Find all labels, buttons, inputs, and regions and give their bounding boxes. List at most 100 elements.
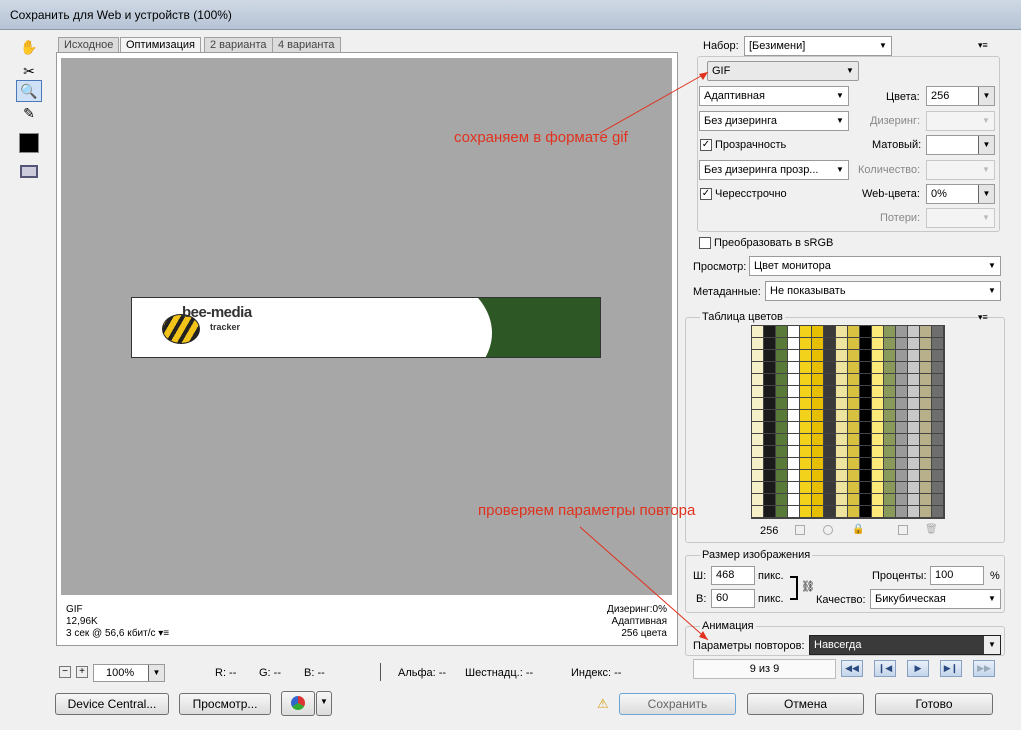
color-swatch[interactable]: [824, 506, 835, 517]
color-swatch[interactable]: [908, 374, 919, 385]
color-swatch[interactable]: [860, 338, 871, 349]
color-swatch[interactable]: [764, 446, 775, 457]
dither-algorithm-select[interactable]: Без дизеринга ▼: [699, 111, 849, 131]
width-input[interactable]: 468: [711, 566, 755, 585]
color-swatch[interactable]: [764, 458, 775, 469]
color-swatch[interactable]: [836, 470, 847, 481]
color-swatch[interactable]: [764, 386, 775, 397]
color-swatch[interactable]: [812, 506, 823, 517]
color-swatch[interactable]: [872, 326, 883, 337]
color-swatch[interactable]: [836, 350, 847, 361]
color-swatch[interactable]: [776, 494, 787, 505]
color-swatch[interactable]: [836, 398, 847, 409]
color-swatch[interactable]: [848, 410, 859, 421]
color-swatch[interactable]: [752, 398, 763, 409]
color-swatch[interactable]: [836, 458, 847, 469]
color-swatch[interactable]: [908, 434, 919, 445]
color-swatch[interactable]: [836, 434, 847, 445]
color-swatch[interactable]: [932, 494, 943, 505]
download-speed-menu-icon[interactable]: ▾≡: [158, 628, 169, 639]
color-swatch[interactable]: [824, 350, 835, 361]
color-swatch[interactable]: [764, 494, 775, 505]
color-swatch[interactable]: [764, 374, 775, 385]
color-swatch[interactable]: [896, 482, 907, 493]
color-swatch[interactable]: [812, 362, 823, 373]
color-swatch[interactable]: [896, 494, 907, 505]
color-swatch[interactable]: [932, 398, 943, 409]
color-swatch[interactable]: [896, 506, 907, 517]
color-swatch[interactable]: [836, 338, 847, 349]
color-swatch[interactable]: [860, 410, 871, 421]
color-swatch[interactable]: [884, 326, 895, 337]
color-swatch[interactable]: [872, 506, 883, 517]
color-swatch[interactable]: [800, 386, 811, 397]
color-swatch[interactable]: [872, 446, 883, 457]
color-swatch[interactable]: [908, 410, 919, 421]
color-swatch[interactable]: [920, 374, 931, 385]
color-swatch[interactable]: [752, 350, 763, 361]
quality-select[interactable]: Бикубическая ▼: [870, 589, 1001, 609]
color-swatch[interactable]: [788, 350, 799, 361]
color-swatch[interactable]: [872, 458, 883, 469]
color-swatch[interactable]: [932, 374, 943, 385]
color-swatch[interactable]: [860, 386, 871, 397]
color-swatch[interactable]: [788, 506, 799, 517]
tab-2-up[interactable]: 2 варианта: [204, 37, 273, 52]
color-swatch[interactable]: [764, 434, 775, 445]
color-swatch[interactable]: [836, 482, 847, 493]
color-swatch[interactable]: [860, 494, 871, 505]
color-swatch[interactable]: [776, 422, 787, 433]
color-swatch[interactable]: [872, 422, 883, 433]
color-swatch[interactable]: [932, 422, 943, 433]
color-swatch[interactable]: [860, 398, 871, 409]
color-swatch[interactable]: [848, 398, 859, 409]
color-swatch[interactable]: [908, 398, 919, 409]
color-swatch[interactable]: [800, 350, 811, 361]
color-swatch[interactable]: [776, 326, 787, 337]
eyedropper-tool-icon[interactable]: ✎: [16, 102, 42, 124]
color-swatch[interactable]: [932, 446, 943, 457]
web-cube-icon[interactable]: [823, 525, 833, 535]
color-swatch[interactable]: [812, 398, 823, 409]
color-swatch[interactable]: [824, 422, 835, 433]
color-swatch[interactable]: [920, 410, 931, 421]
cancel-button[interactable]: Отмена: [747, 693, 864, 715]
transparency-dither-select[interactable]: Без дизеринга прозр... ▼: [699, 160, 849, 180]
color-swatch[interactable]: [872, 386, 883, 397]
color-swatch[interactable]: [920, 434, 931, 445]
color-swatch[interactable]: [932, 458, 943, 469]
color-swatch[interactable]: [788, 326, 799, 337]
color-swatch[interactable]: [752, 338, 763, 349]
color-swatch[interactable]: [836, 362, 847, 373]
color-swatch[interactable]: [812, 386, 823, 397]
tab-optimized[interactable]: Оптимизация: [120, 37, 201, 53]
color-swatch[interactable]: [884, 434, 895, 445]
color-swatch[interactable]: [848, 338, 859, 349]
link-chain-icon[interactable]: ⛓: [801, 580, 815, 593]
color-swatch[interactable]: [776, 506, 787, 517]
color-swatch[interactable]: [752, 362, 763, 373]
play-button[interactable]: ▶: [907, 660, 929, 677]
color-swatch[interactable]: [920, 446, 931, 457]
color-swatch[interactable]: [896, 470, 907, 481]
color-swatch[interactable]: [788, 470, 799, 481]
color-swatch[interactable]: [788, 434, 799, 445]
color-swatch[interactable]: [848, 446, 859, 457]
color-swatch[interactable]: [812, 422, 823, 433]
color-swatch[interactable]: [752, 386, 763, 397]
browser-select-arrow[interactable]: ▼: [316, 691, 332, 716]
color-swatch[interactable]: [932, 482, 943, 493]
color-swatch[interactable]: [800, 446, 811, 457]
save-button[interactable]: Сохранить: [619, 693, 736, 715]
color-swatch[interactable]: [884, 422, 895, 433]
lock-icon[interactable]: 🔒: [852, 524, 864, 535]
color-swatch[interactable]: [908, 470, 919, 481]
tab-4-up[interactable]: 4 варианта: [272, 37, 341, 52]
color-swatch[interactable]: [752, 494, 763, 505]
color-swatch[interactable]: [908, 506, 919, 517]
color-swatch[interactable]: [860, 458, 871, 469]
color-swatch[interactable]: [848, 434, 859, 445]
color-swatch[interactable]: [788, 458, 799, 469]
color-swatch[interactable]: [896, 362, 907, 373]
convert-srgb-checkbox[interactable]: [699, 237, 711, 249]
